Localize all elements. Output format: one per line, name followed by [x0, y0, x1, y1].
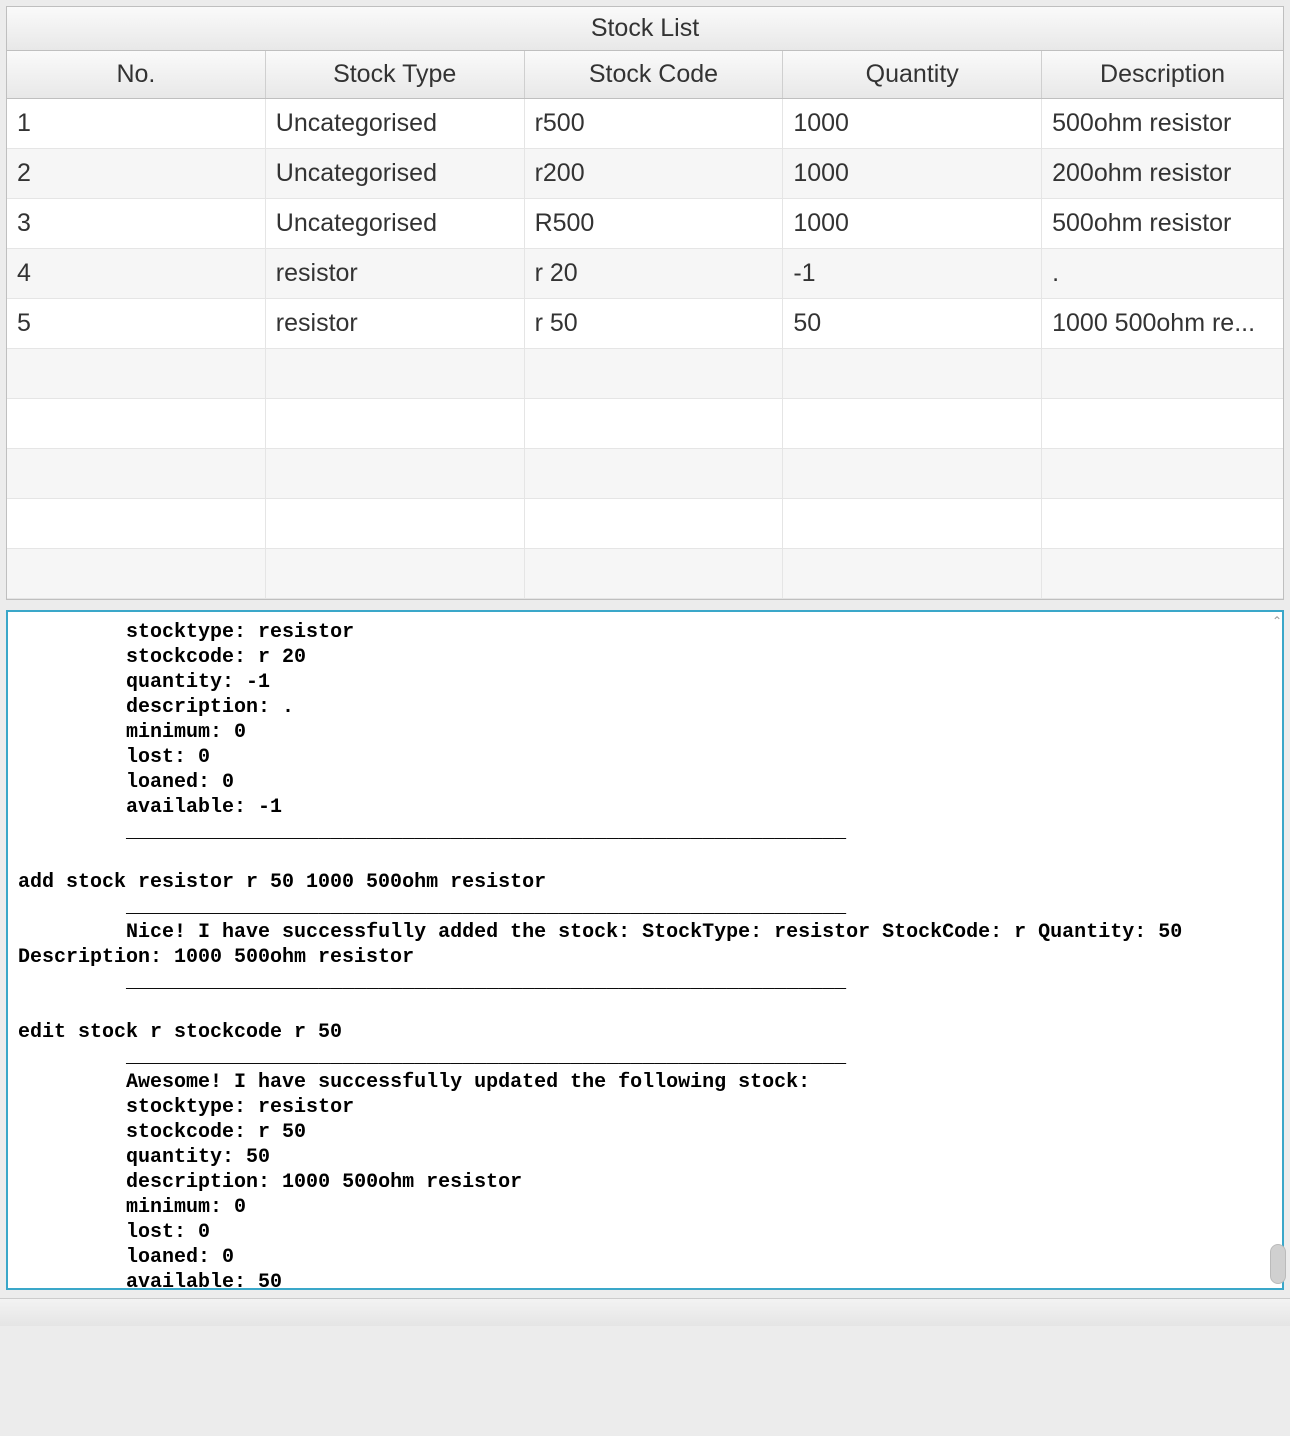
empty-cell: [525, 499, 784, 548]
cell-desc[interactable]: 1000 500ohm re...: [1042, 299, 1283, 348]
header-desc[interactable]: Description: [1042, 51, 1283, 98]
empty-cell: [783, 549, 1042, 598]
empty-cell: [783, 349, 1042, 398]
stock-table: Stock List No. Stock Type Stock Code Qua…: [6, 6, 1284, 600]
table-title: Stock List: [7, 7, 1283, 51]
console-output[interactable]: stocktype: resistor stockcode: r 20 quan…: [6, 610, 1284, 1290]
table-row-empty: [7, 399, 1283, 449]
cell-no[interactable]: 3: [7, 199, 266, 248]
header-qty[interactable]: Quantity: [783, 51, 1042, 98]
cell-type[interactable]: resistor: [266, 299, 525, 348]
empty-cell: [266, 499, 525, 548]
table-header-row: No. Stock Type Stock Code Quantity Descr…: [7, 51, 1283, 99]
cell-qty[interactable]: 1000: [783, 199, 1042, 248]
empty-cell: [525, 549, 784, 598]
scroll-up-arrow[interactable]: ⌃: [1270, 614, 1284, 628]
cell-desc[interactable]: 500ohm resistor: [1042, 199, 1283, 248]
empty-cell: [525, 349, 784, 398]
empty-cell: [7, 499, 266, 548]
cell-type[interactable]: resistor: [266, 249, 525, 298]
table-row-empty: [7, 499, 1283, 549]
table-row[interactable]: 2Uncategorisedr2001000200ohm resistor: [7, 149, 1283, 199]
table-row[interactable]: 3UncategorisedR5001000500ohm resistor: [7, 199, 1283, 249]
table-row-empty: [7, 449, 1283, 499]
status-bar: [0, 1298, 1290, 1326]
empty-cell: [7, 349, 266, 398]
cell-no[interactable]: 2: [7, 149, 266, 198]
table-row[interactable]: 1Uncategorisedr5001000500ohm resistor: [7, 99, 1283, 149]
empty-cell: [1042, 499, 1283, 548]
cell-type[interactable]: Uncategorised: [266, 99, 525, 148]
cell-type[interactable]: Uncategorised: [266, 149, 525, 198]
empty-cell: [525, 399, 784, 448]
cell-code[interactable]: r 20: [525, 249, 784, 298]
cell-qty[interactable]: -1: [783, 249, 1042, 298]
cell-code[interactable]: r500: [525, 99, 784, 148]
cell-no[interactable]: 5: [7, 299, 266, 348]
empty-cell: [266, 349, 525, 398]
table-row-empty: [7, 349, 1283, 399]
empty-cell: [7, 549, 266, 598]
table-row[interactable]: 4resistorr 20-1.: [7, 249, 1283, 299]
empty-cell: [266, 449, 525, 498]
header-type[interactable]: Stock Type: [266, 51, 525, 98]
cell-code[interactable]: R500: [525, 199, 784, 248]
empty-cell: [1042, 449, 1283, 498]
empty-cell: [7, 399, 266, 448]
table-body: 1Uncategorisedr5001000500ohm resistor2Un…: [7, 99, 1283, 599]
empty-cell: [266, 399, 525, 448]
console-panel: ⌃ stocktype: resistor stockcode: r 20 qu…: [6, 610, 1284, 1290]
empty-cell: [266, 549, 525, 598]
header-code[interactable]: Stock Code: [525, 51, 784, 98]
empty-cell: [7, 449, 266, 498]
empty-cell: [1042, 549, 1283, 598]
cell-qty[interactable]: 50: [783, 299, 1042, 348]
empty-cell: [525, 449, 784, 498]
cell-qty[interactable]: 1000: [783, 99, 1042, 148]
cell-no[interactable]: 4: [7, 249, 266, 298]
cell-no[interactable]: 1: [7, 99, 266, 148]
empty-cell: [783, 449, 1042, 498]
cell-type[interactable]: Uncategorised: [266, 199, 525, 248]
table-row[interactable]: 5resistorr 50501000 500ohm re...: [7, 299, 1283, 349]
cell-code[interactable]: r200: [525, 149, 784, 198]
header-no[interactable]: No.: [7, 51, 266, 98]
scrollbar-thumb[interactable]: [1270, 1244, 1286, 1284]
empty-cell: [1042, 399, 1283, 448]
cell-qty[interactable]: 1000: [783, 149, 1042, 198]
cell-desc[interactable]: 200ohm resistor: [1042, 149, 1283, 198]
empty-cell: [1042, 349, 1283, 398]
empty-cell: [783, 499, 1042, 548]
empty-cell: [783, 399, 1042, 448]
cell-desc[interactable]: 500ohm resistor: [1042, 99, 1283, 148]
cell-code[interactable]: r 50: [525, 299, 784, 348]
table-row-empty: [7, 549, 1283, 599]
cell-desc[interactable]: .: [1042, 249, 1283, 298]
